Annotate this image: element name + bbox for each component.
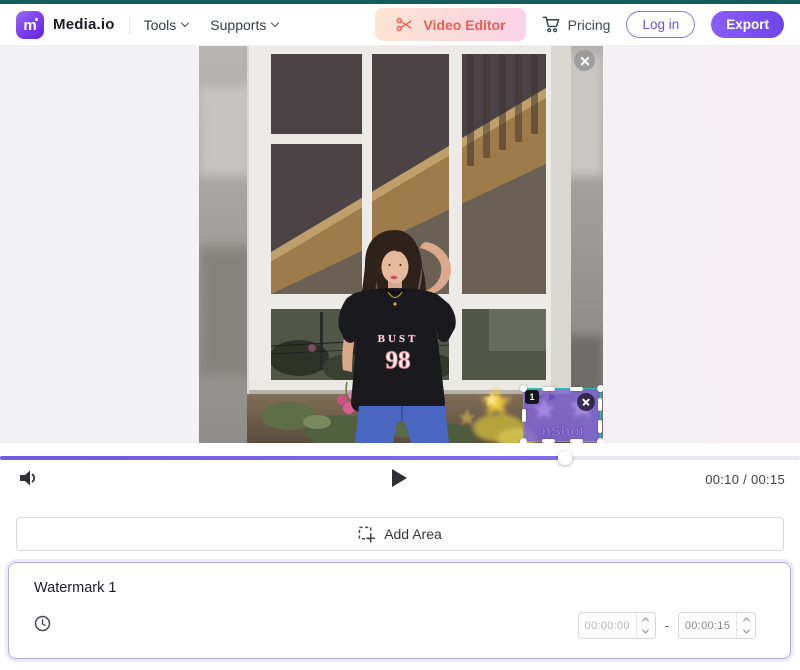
play-button[interactable]	[388, 467, 412, 491]
end-time-value[interactable]: 00:00:15	[679, 613, 736, 638]
seek-bar[interactable]	[0, 453, 800, 463]
video-close-button[interactable]	[574, 50, 595, 71]
cart-icon	[542, 15, 561, 34]
video-preview: BUST 98 nShot	[199, 46, 603, 443]
resize-handle-sw[interactable]	[520, 438, 527, 443]
brand-logo[interactable]: m Media.io	[16, 11, 115, 39]
resize-handle-se[interactable]	[597, 438, 603, 443]
resize-handle-w[interactable]	[522, 409, 526, 422]
video-editor-label: Video Editor	[423, 17, 505, 33]
selection-number-badge: 1	[525, 390, 539, 404]
step-up-button[interactable]	[637, 613, 655, 626]
range-separator: -	[665, 618, 669, 633]
speaker-icon	[17, 467, 39, 489]
nav-item-supports[interactable]: Supports	[210, 17, 278, 33]
nav-item-label: Supports	[210, 17, 266, 33]
shirt-text: BUST	[378, 333, 419, 345]
time-range: 00:00:00 - 00:00:15	[578, 612, 756, 639]
mediaio-logo-icon: m	[16, 11, 44, 39]
chevron-up-icon	[742, 617, 749, 624]
scissors-icon	[395, 15, 414, 34]
brand-name: Media.io	[53, 16, 115, 33]
time-display: 00:10 / 00:15	[705, 472, 785, 487]
add-area-icon	[358, 526, 375, 543]
pricing-link[interactable]: Pricing	[542, 15, 611, 34]
play-icon	[391, 468, 409, 488]
chevron-up-icon	[642, 617, 649, 624]
chevron-down-icon	[742, 627, 749, 634]
resize-handle-ne[interactable]	[597, 385, 603, 392]
nav-item-tools[interactable]: Tools	[144, 17, 189, 33]
resize-handle-s[interactable]	[542, 439, 555, 443]
end-time-input[interactable]: 00:00:15	[678, 612, 756, 639]
resize-handle-s[interactable]	[570, 439, 583, 443]
add-area-label: Add Area	[384, 526, 442, 542]
player-stage: BUST 98 nShot	[0, 46, 800, 443]
video-editor-button[interactable]: Video Editor	[375, 8, 525, 41]
add-area-button[interactable]: Add Area	[16, 517, 784, 551]
selection-close-button[interactable]	[577, 393, 595, 411]
resize-handle-n[interactable]	[542, 387, 555, 391]
watermark-remover-app: m Media.io Tools Supports Video Editor	[0, 0, 800, 670]
shirt-number: 98	[386, 347, 411, 374]
watermark-selection-box[interactable]: 1	[523, 388, 601, 442]
navbar-right: Video Editor Pricing Log in Export	[375, 8, 784, 41]
nav-item-label: Tools	[144, 17, 177, 33]
video-preview-scene: BUST 98 nShot	[199, 46, 603, 443]
resize-handle-n[interactable]	[570, 387, 583, 391]
start-time-input[interactable]: 00:00:00	[578, 612, 656, 639]
start-time-value[interactable]: 00:00:00	[579, 613, 636, 638]
login-button[interactable]: Log in	[626, 11, 695, 38]
end-time-stepper	[736, 613, 755, 638]
chevron-down-icon	[271, 19, 279, 27]
logo-letter: m	[23, 18, 36, 33]
chevron-down-icon	[642, 627, 649, 634]
pricing-label: Pricing	[568, 17, 611, 33]
blurred-left-edge	[199, 46, 253, 443]
export-button[interactable]: Export	[711, 11, 784, 38]
clock-icon	[34, 615, 51, 632]
chevron-down-icon	[181, 19, 189, 27]
watermark-panel: Watermark 1 00:00:00 - 00:00:15	[8, 562, 791, 659]
step-up-button[interactable]	[737, 613, 755, 626]
player-controls: 00:10 / 00:15	[0, 464, 800, 496]
resize-handle-e[interactable]	[598, 420, 602, 433]
progress-handle[interactable]	[558, 451, 572, 465]
resize-handle-e[interactable]	[598, 398, 602, 411]
volume-button[interactable]	[16, 467, 40, 491]
progress-fill	[0, 456, 565, 460]
navbar: m Media.io Tools Supports Video Editor	[0, 4, 800, 46]
step-down-button[interactable]	[737, 626, 755, 639]
watermark-title: Watermark 1	[34, 580, 116, 596]
start-time-stepper	[636, 613, 655, 638]
nav-divider	[129, 16, 130, 34]
step-down-button[interactable]	[637, 626, 655, 639]
